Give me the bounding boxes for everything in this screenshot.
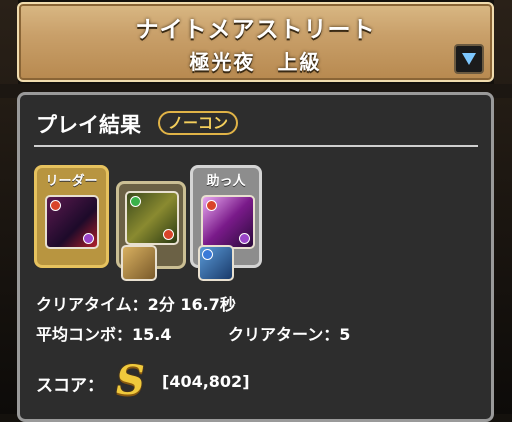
fire-orb-icon xyxy=(206,200,217,211)
gold-warrior-assist-icon[interactable] xyxy=(121,245,157,281)
fire-orb-icon xyxy=(50,200,61,211)
score-label: スコア： xyxy=(36,376,104,396)
dungeon-header: ナイトメアストリート 極光夜 上級 xyxy=(17,2,494,82)
clear-turn: クリアターン：5 xyxy=(228,325,351,344)
average-combo: 平均コンボ：15.4 xyxy=(36,325,172,344)
wood-orb-icon xyxy=(130,196,141,207)
helper-label: 助っ人 xyxy=(206,174,246,189)
fire-orb-icon xyxy=(163,229,174,240)
dungeon-difficulty: 極光夜 上級 xyxy=(189,50,322,74)
clear-time: クリアタイム：2分 16.7秒 xyxy=(36,295,236,314)
no-continue-badge: ノーコン xyxy=(158,111,239,135)
dark-orb-icon xyxy=(239,233,250,244)
result-title: プレイ結果 xyxy=(36,113,141,137)
dungeon-title: ナイトメアストリート xyxy=(135,17,376,43)
background-right xyxy=(494,0,512,414)
purple-mage-monster-icon xyxy=(201,195,255,249)
dark-orb-icon xyxy=(83,233,94,244)
blue-beast-assist-icon[interactable] xyxy=(198,245,234,281)
water-orb-icon xyxy=(202,249,213,260)
background-left xyxy=(0,0,18,414)
score-rank-icon: S xyxy=(116,357,145,404)
divider xyxy=(34,145,478,147)
result-panel: プレイ結果 ノーコン リーダー 助っ人 クリアタイム：2分 16.7秒 平均コン… xyxy=(17,92,494,422)
score-value: [404,802] xyxy=(162,372,250,391)
leader-label: リーダー xyxy=(45,174,98,189)
expand-button[interactable] xyxy=(454,44,484,74)
dark-dragon-monster-icon xyxy=(45,195,99,249)
leader-card[interactable]: リーダー xyxy=(34,165,109,268)
green-robot-monster-icon xyxy=(125,191,179,245)
